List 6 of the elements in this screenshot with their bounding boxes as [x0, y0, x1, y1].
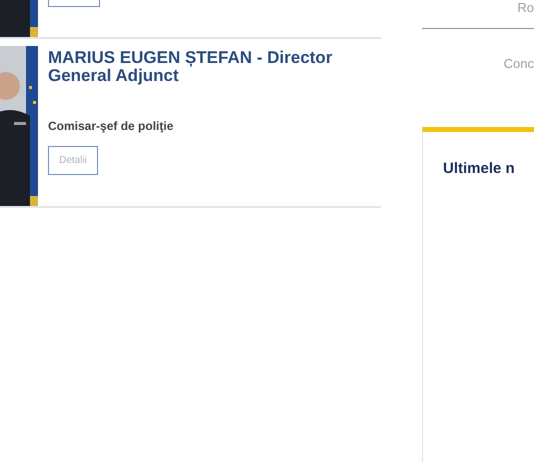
- sidebar-link[interactable]: Conc: [504, 56, 534, 99]
- details-button[interactable]: Detalii: [48, 146, 98, 175]
- official-rank: Comisar-şef de poliţie: [48, 119, 174, 133]
- official-name[interactable]: MARIUS EUGEN ȘTEFAN - Director General Adjunct: [48, 49, 368, 85]
- sidebar-link[interactable]: Ro: [517, 0, 534, 15]
- news-panel-title: Ultimele n: [443, 160, 516, 177]
